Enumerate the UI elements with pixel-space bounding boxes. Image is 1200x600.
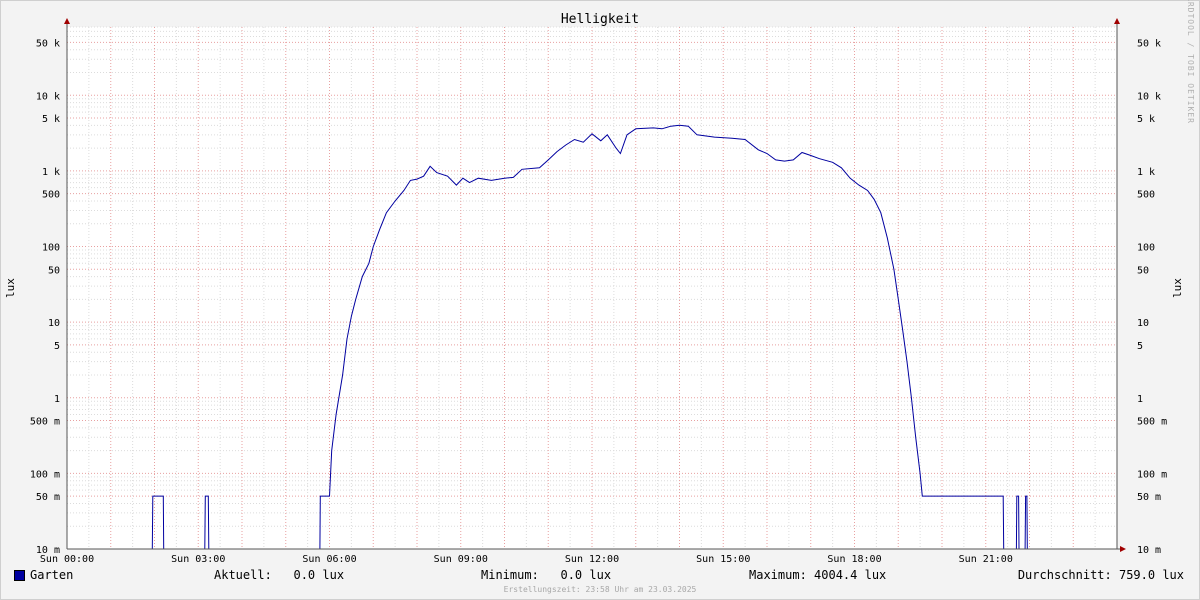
y-tick-label-left: 1: [54, 394, 60, 405]
x-tick-label: Sun 06:00: [302, 554, 356, 565]
y-tick-label-right: 100 m: [1137, 469, 1167, 480]
x-tick-label: Sun 15:00: [696, 554, 750, 565]
y-tick-label-left: 100 m: [30, 469, 60, 480]
y-tick-label-right: 5 k: [1137, 114, 1155, 125]
y-tick-label-right: 100: [1137, 243, 1155, 254]
chart: 10 m 10 m50 m 50 m100 m 100 m500 m 500 m1 15 5…: [4, 0, 1195, 565]
y-tick-label-left: 5 k: [42, 114, 60, 125]
y-tick-label-right: 10 m: [1137, 545, 1161, 556]
legend-swatch: [14, 570, 25, 581]
y-tick-label-left: 5: [54, 341, 60, 352]
y-tick-label-left: 50: [48, 265, 60, 276]
legend-series-name: Garten: [30, 568, 74, 582]
legend-minimum: Minimum: 0.0 lux: [481, 568, 612, 582]
chart-title: Helligkeit: [561, 12, 639, 27]
x-tick-label: Sun 09:00: [434, 554, 488, 565]
y-tick-label-right: 10 k: [1137, 91, 1161, 102]
y-tick-label-right: 50 k: [1137, 38, 1161, 49]
legend-aktuell: Aktuell: 0.0 lux: [214, 568, 345, 582]
y-tick-label-left: 10: [48, 318, 60, 329]
footer-timestamp: Erstellungszeit: 23:58 Uhr am 23.03.2025: [503, 585, 697, 594]
y-tick-label-left: 10 k: [36, 91, 60, 102]
y-tick-label-right: 500 m: [1137, 417, 1167, 428]
y-axis-arrow-right: [1114, 18, 1120, 24]
y-axis-label-right: lux: [1171, 278, 1184, 298]
y-tick-label-right: 50 m: [1137, 492, 1161, 503]
x-axis-arrow: [1120, 546, 1126, 552]
x-tick-label: Sun 18:00: [827, 554, 881, 565]
y-tick-label-left: 100: [42, 243, 60, 254]
x-tick-label: Sun 21:00: [959, 554, 1013, 565]
x-tick-label: Sun 00:00: [40, 554, 94, 565]
y-axis-label-left: lux: [4, 278, 17, 298]
y-tick-label-right: 10: [1137, 318, 1149, 329]
y-tick-label-right: 500: [1137, 190, 1155, 201]
legend-maximum: Maximum: 4004.4 lux: [749, 568, 887, 582]
legend-durchschnitt: Durchschnitt: 759.0 lux: [1017, 568, 1184, 582]
y-tick-label-right: 1 k: [1137, 167, 1155, 178]
y-tick-label-left: 50 k: [36, 38, 60, 49]
y-tick-label-left: 500: [42, 190, 60, 201]
y-tick-label-left: 1 k: [42, 167, 60, 178]
x-tick-label: Sun 12:00: [565, 554, 619, 565]
y-tick-label-right: 1: [1137, 394, 1143, 405]
x-tick-labels: Sun 00:00 Sun 03:00 Sun 06:00 Sun 09:00 Sun …: [40, 554, 1013, 565]
x-tick-label: Sun 03:00: [171, 554, 225, 565]
y-tick-label-right: 50: [1137, 265, 1149, 276]
watermark: RRDTOOL / TOBI OETIKER: [1186, 0, 1195, 124]
y-tick-label-left: 50 m: [36, 492, 60, 503]
y-tick-label-right: 5: [1137, 341, 1143, 352]
y-axis-arrow-left: [64, 18, 70, 24]
y-tick-label-left: 500 m: [30, 417, 60, 428]
